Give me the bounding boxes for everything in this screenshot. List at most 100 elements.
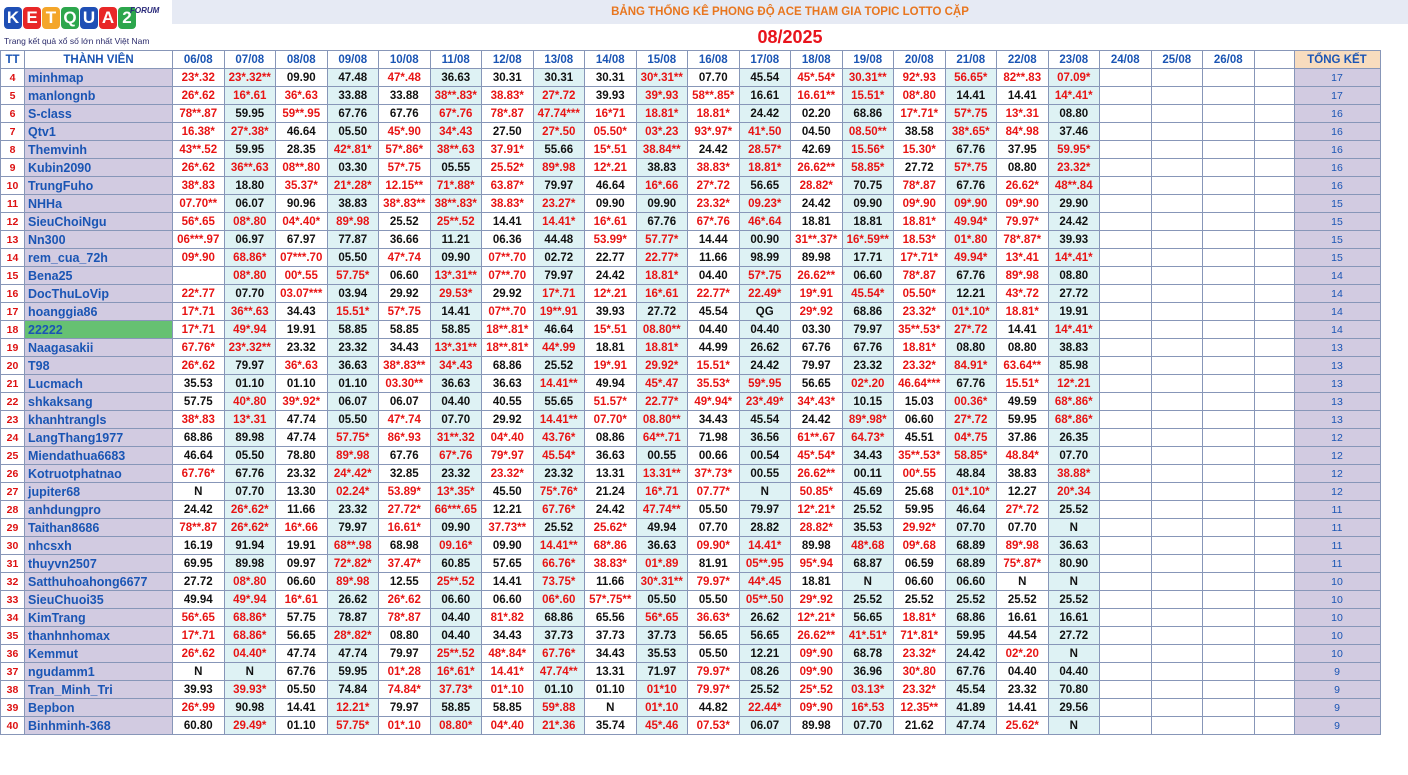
blank-cell: [1253, 194, 1295, 213]
empty-cell: [1202, 284, 1255, 303]
result-cell: 01.10: [326, 374, 379, 393]
result-cell: 61**.67: [790, 428, 843, 447]
member-name[interactable]: anhdungpro: [24, 500, 173, 519]
member-name[interactable]: NHHa: [24, 194, 173, 213]
total-cell: 9: [1293, 698, 1381, 717]
member-name[interactable]: LangThang1977: [24, 428, 173, 447]
result-cell: 17.71: [841, 248, 894, 267]
member-name[interactable]: Nn300: [24, 230, 173, 249]
member-name[interactable]: Miendathua6683: [24, 446, 173, 465]
result-cell: 02*.20: [841, 374, 894, 393]
member-name[interactable]: Taithan8686: [24, 518, 173, 537]
member-name[interactable]: rem_cua_72h: [24, 248, 173, 267]
blank-cell: [1253, 626, 1295, 645]
member-name[interactable]: Binhminh-368: [24, 716, 173, 735]
member-name[interactable]: thuyvn2507: [24, 554, 173, 573]
member-name[interactable]: hoanggia86: [24, 302, 173, 321]
result-cell: 15.03: [893, 392, 946, 411]
result-cell: 06.60: [893, 572, 946, 591]
empty-cell: [1202, 500, 1255, 519]
member-name[interactable]: Lucmach: [24, 374, 173, 393]
blank-cell: [1253, 230, 1295, 249]
result-cell: 34.43: [481, 626, 534, 645]
result-cell: 58.85: [326, 320, 379, 339]
result-cell: 36.63*: [687, 608, 740, 627]
empty-cell: [1150, 176, 1203, 195]
result-cell: 04.40: [429, 392, 482, 411]
result-cell: 78*.87: [378, 608, 431, 627]
result-cell: 86*.93: [378, 428, 431, 447]
member-name[interactable]: Kotruotphatnao: [24, 464, 173, 483]
result-cell: 01.10: [275, 716, 328, 735]
result-cell: 07.70*: [584, 410, 637, 429]
result-cell: 15.51*: [687, 356, 740, 375]
result-cell: 27.72: [1047, 626, 1100, 645]
empty-cell: [1202, 212, 1255, 231]
result-cell: 08*.80: [223, 212, 276, 231]
result-cell: 68*.86: [584, 536, 637, 555]
result-cell: 18.81*: [635, 104, 688, 123]
result-cell: 27*.72: [944, 320, 997, 339]
result-cell: 67.76: [944, 662, 997, 681]
result-cell: 12*.21: [584, 284, 637, 303]
member-name[interactable]: Satthuhoahong6677: [24, 572, 173, 591]
empty-cell: [1099, 140, 1152, 159]
member-name[interactable]: SieuChoiNgu: [24, 212, 173, 231]
empty-cell: [1202, 626, 1255, 645]
result-cell: 38.84**: [635, 140, 688, 159]
result-cell: 26*.62*: [223, 500, 276, 519]
member-name[interactable]: Naagasakii: [24, 338, 173, 357]
logo-letter: U: [80, 7, 98, 29]
result-cell: 67.76: [944, 176, 997, 195]
member-name[interactable]: DocThuLoVip: [24, 284, 173, 303]
empty-cell: [1150, 158, 1203, 177]
member-name[interactable]: 22222: [24, 320, 173, 339]
member-name[interactable]: Bepbon: [24, 698, 173, 717]
member-name[interactable]: S-class: [24, 104, 173, 123]
table-row: 14 rem_cua_72h 09*.90 68.86* 07***.70 05.50 47…: [0, 248, 1381, 267]
result-cell: 37.73**: [481, 518, 534, 537]
table-row: 22 shkaksang 57.75 40*.80 39*.92* 06.07 06.07 0…: [0, 392, 1381, 411]
member-name[interactable]: ngudamm1: [24, 662, 173, 681]
member-name[interactable]: nhcsxh: [24, 536, 173, 555]
result-cell: 23.32*: [893, 302, 946, 321]
member-name[interactable]: Qtv1: [24, 122, 173, 141]
result-cell: 57.75*: [326, 266, 379, 285]
result-cell: 37.86: [996, 428, 1049, 447]
result-cell: 27.72: [893, 158, 946, 177]
result-cell: 79.97: [378, 698, 431, 717]
result-cell: 24.42: [584, 500, 637, 519]
member-name[interactable]: SieuChuoi35: [24, 590, 173, 609]
member-name[interactable]: thanhnhomax: [24, 626, 173, 645]
result-cell: N: [584, 698, 637, 717]
member-name[interactable]: T98: [24, 356, 173, 375]
member-name[interactable]: Themvinh: [24, 140, 173, 159]
member-name[interactable]: minhmap: [24, 68, 173, 87]
result-cell: 01*.10*: [944, 482, 997, 501]
table-row: 18 22222 17*.71 49*.94 19.91 58.85 58.85 58.85 1…: [0, 320, 1381, 339]
result-cell: 67.76: [378, 446, 431, 465]
member-name[interactable]: TrungFuho: [24, 176, 173, 195]
member-name[interactable]: KimTrang: [24, 608, 173, 627]
member-name[interactable]: Kemmut: [24, 644, 173, 663]
site-logo[interactable]: KETQUA2 FORUM Trang kết quả xổ số lớn nh…: [0, 0, 172, 50]
result-cell: 58.85: [481, 698, 534, 717]
member-name[interactable]: Kubin2090: [24, 158, 173, 177]
member-name[interactable]: khanhtrangls: [24, 410, 173, 429]
result-cell: 24.42: [172, 500, 225, 519]
result-cell: 12.27: [996, 482, 1049, 501]
empty-cell: [1150, 356, 1203, 375]
empty-cell: [1202, 194, 1255, 213]
member-name[interactable]: shkaksang: [24, 392, 173, 411]
result-cell: 57*.75: [944, 158, 997, 177]
result-cell: 26*.62: [172, 356, 225, 375]
logo-letter: Q: [61, 7, 79, 29]
result-cell: 41.89: [944, 698, 997, 717]
result-cell: 67.76: [223, 464, 276, 483]
member-name[interactable]: jupiter68: [24, 482, 173, 501]
result-cell: 71.97: [635, 662, 688, 681]
member-name[interactable]: Tran_Minh_Tri: [24, 680, 173, 699]
member-name[interactable]: manlongnb: [24, 86, 173, 105]
total-cell: 16: [1293, 140, 1381, 159]
member-name[interactable]: Bena25: [24, 266, 173, 285]
